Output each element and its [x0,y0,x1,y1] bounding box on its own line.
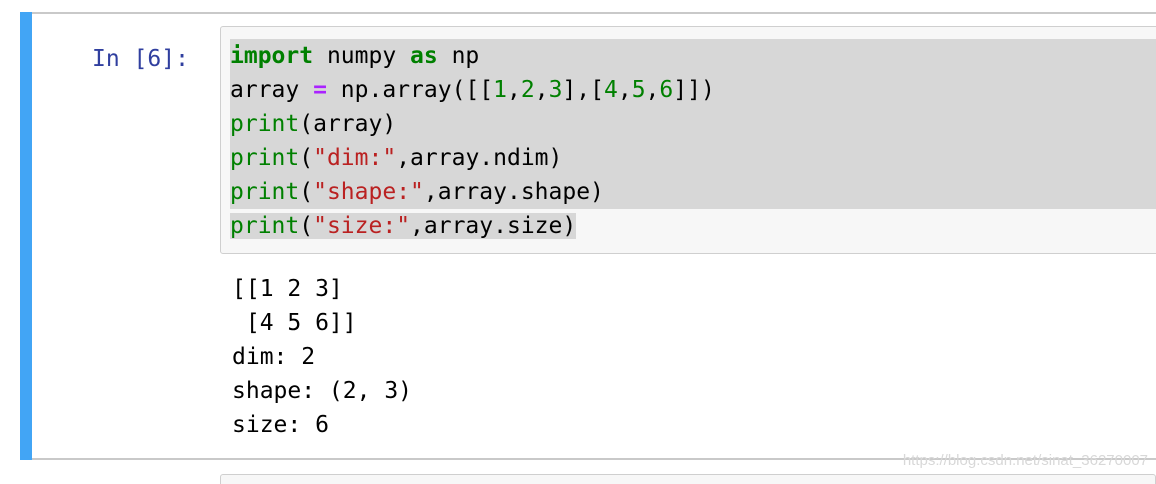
code-token: (array) [299,111,397,137]
code-line: print("shape:",array.shape) [230,175,1156,209]
selection-highlight: print("dim:",array.ndim) [230,141,1156,175]
output-line: dim: 2 [232,344,316,370]
next-cell-input[interactable] [220,474,1156,484]
code-line: print("size:",array.size) [230,209,1156,243]
code-token: "size:" [313,213,411,239]
code-token: ,array.shape) [423,179,604,205]
code-token: , [506,77,521,103]
watermark: https://blog.csdn.net/sinat_36270007 [902,452,1148,469]
output-line: [[1 2 3] [232,276,343,302]
selection-highlight: import numpy as np [230,39,1156,73]
code-token: ,array.size) [410,213,577,239]
input-prompt: In [6]: [92,46,189,72]
selection-highlight: array = np.array([[1,2,3],[4,5,6]]) [230,73,1156,107]
code-token: numpy [313,43,411,69]
code-token: ]]) [673,77,715,103]
code-token: ,array.ndim) [396,145,563,171]
code-token: 5 [631,77,646,103]
code-token: print [230,213,300,239]
code-token: 6 [659,77,674,103]
code-token: np.array([[ [326,77,494,103]
code-token: = [313,77,327,103]
code-token: 4 [603,77,618,103]
code-line: print(array) [230,107,1156,141]
code-token: 1 [493,77,507,103]
code-token: ( [299,213,314,239]
code-token: print [230,145,300,171]
selection-highlight: print(array) [230,107,1156,141]
code-token: array [230,77,314,103]
selected-cell-indicator [20,12,32,460]
code-token: "shape:" [313,179,424,205]
code-token: "dim:" [313,145,397,171]
code-token: print [230,111,300,137]
code-token: ( [299,145,314,171]
code-line: array = np.array([[1,2,3],[4,5,6]]) [230,73,1156,107]
output-line: shape: (2, 3) [232,378,413,404]
code-line: print("dim:",array.ndim) [230,141,1156,175]
code-token: , [534,77,549,103]
code-line: import numpy as np [230,39,1156,73]
code-token: import [230,43,314,69]
notebook-cell[interactable]: In [6]: import numpy as np array = np.arr… [20,12,1156,460]
cell-output: [[1 2 3] [4 5 6]] dim: 2 shape: (2, 3) size… [232,272,412,442]
code-token: 3 [548,77,563,103]
code-token: print [230,179,300,205]
code-token: as [410,43,438,69]
code-input-area[interactable]: import numpy as np array = np.array([[1,2… [220,26,1156,254]
selection-highlight: print("shape:",array.shape) [230,175,1156,209]
output-line: size: 6 [232,412,329,438]
code-token: 2 [520,77,535,103]
code-token: np [437,43,480,69]
output-line: [4 5 6]] [232,310,357,336]
code-token: ( [299,179,314,205]
selection-highlight: print("size:",array.size) [230,213,577,239]
code-token: ],[ [562,77,604,103]
code-token: , [617,77,632,103]
code-token: , [645,77,660,103]
code-editor[interactable]: import numpy as np array = np.array([[1,2… [230,39,1156,243]
